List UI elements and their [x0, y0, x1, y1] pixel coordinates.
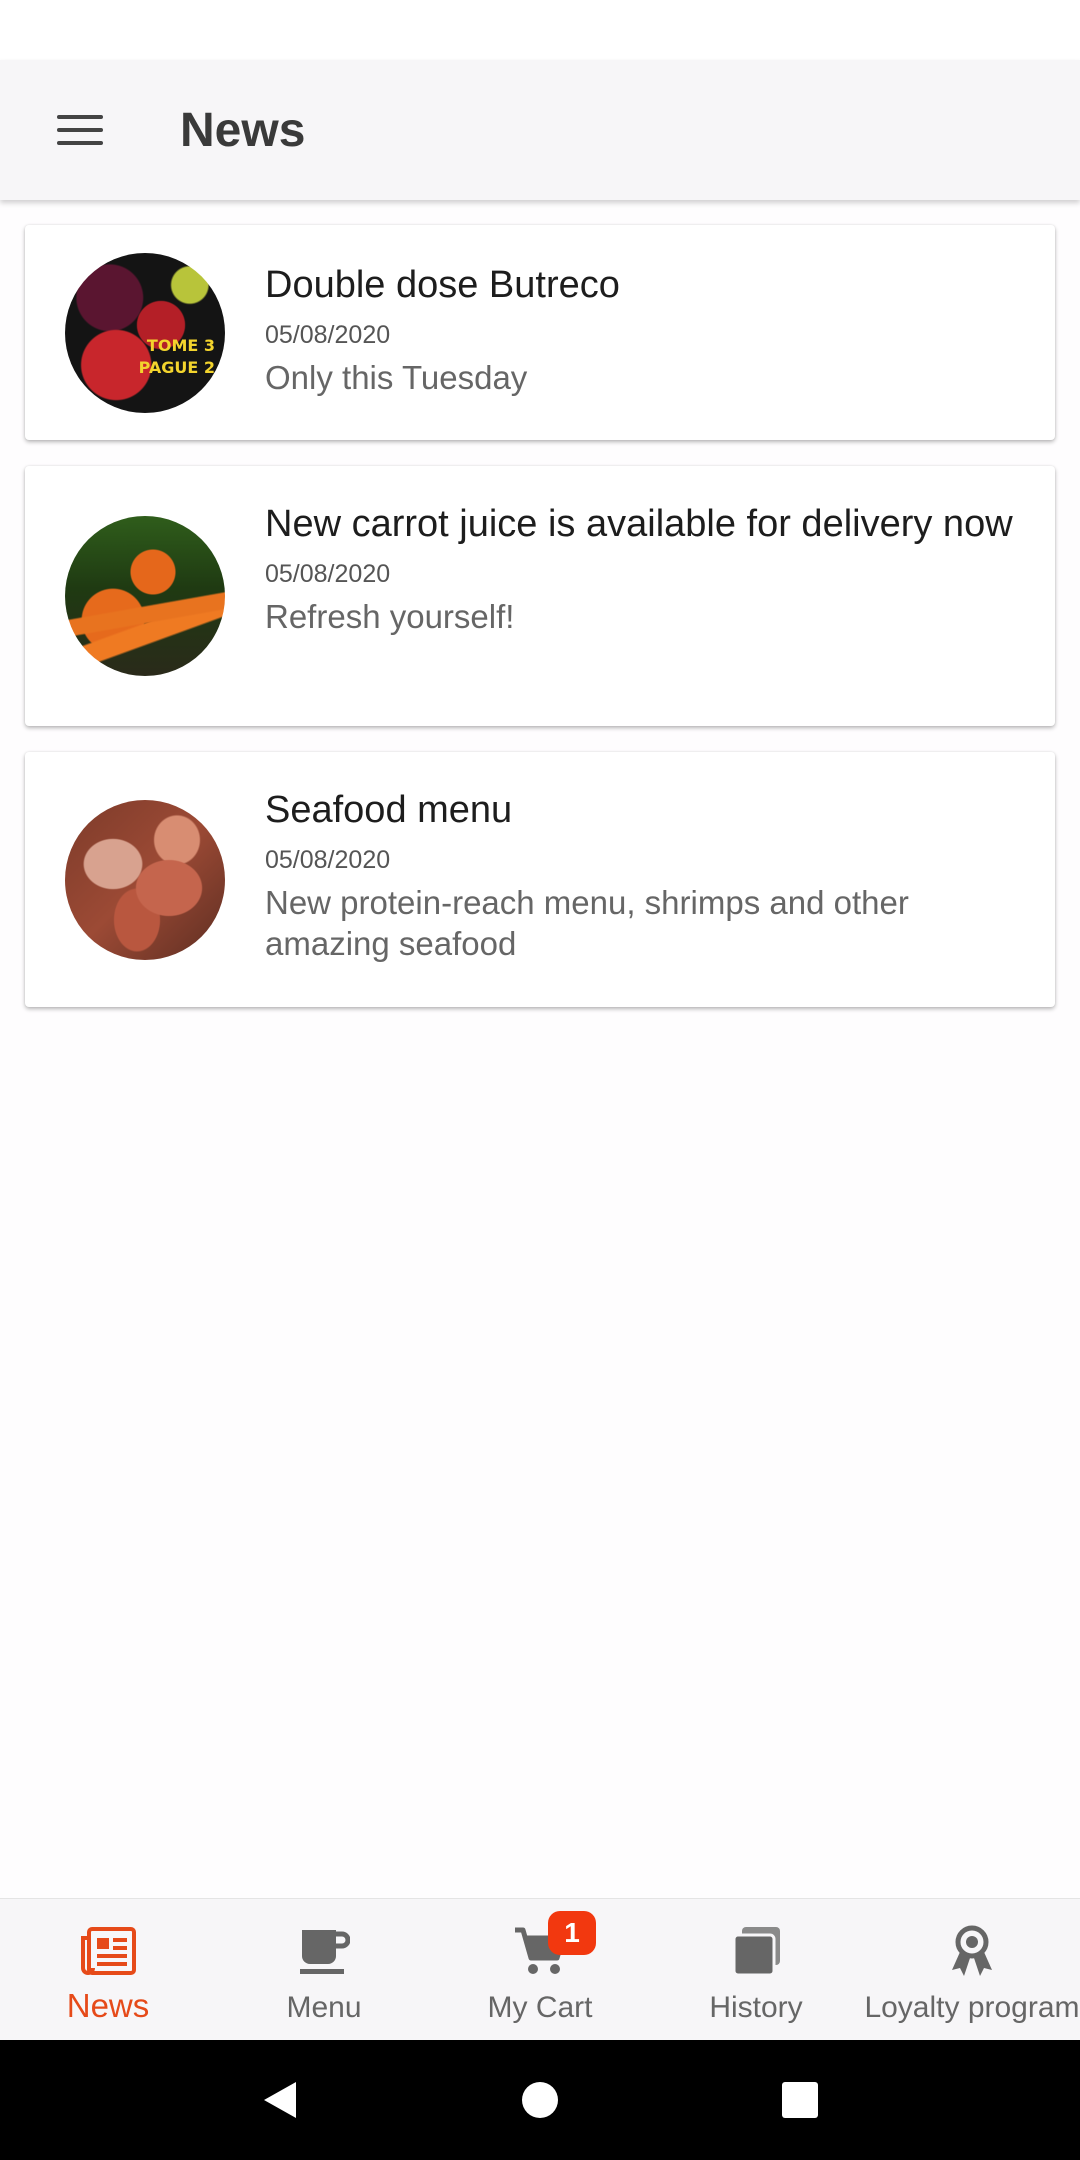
nav-loyalty-program[interactable]: Loyalty program	[864, 1899, 1080, 2040]
promo-label: TOME 3 PAGUE 2	[138, 336, 215, 377]
cart-count-badge: 1	[548, 1911, 596, 1955]
nav-history[interactable]: History	[648, 1899, 864, 2040]
newspaper-icon	[78, 1921, 138, 1981]
bottom-navigation: News Menu 1 My Cart History Loyalty prog…	[0, 1898, 1080, 2040]
system-navigation-bar	[0, 2040, 1080, 2160]
menu-button[interactable]	[0, 60, 160, 200]
news-card[interactable]: TOME 3 PAGUE 2 Double dose Butreco 05/08…	[25, 225, 1055, 440]
news-image	[65, 516, 225, 676]
nav-menu[interactable]: Menu	[216, 1899, 432, 2040]
recents-button[interactable]	[740, 2040, 860, 2160]
news-feed: TOME 3 PAGUE 2 Double dose Butreco 05/08…	[25, 225, 1055, 1033]
news-description: Refresh yourself!	[265, 598, 515, 635]
back-triangle-icon	[264, 2082, 296, 2118]
news-date: 05/08/2020	[265, 560, 391, 588]
nav-label: Menu	[286, 1991, 362, 2024]
news-description: Only this Tuesday	[265, 359, 528, 396]
page-title: News	[180, 103, 306, 157]
news-title: Double dose Butreco	[265, 264, 620, 306]
app-bar: News	[0, 60, 1080, 200]
recents-square-icon	[782, 2082, 818, 2118]
news-image: TOME 3 PAGUE 2	[65, 253, 225, 413]
history-icon	[726, 1921, 786, 1981]
news-card[interactable]: Seafood menu 05/08/2020 New protein-reac…	[25, 752, 1055, 1007]
home-circle-icon	[522, 2082, 558, 2118]
award-ribbon-icon	[942, 1921, 1002, 1981]
news-image	[65, 800, 225, 960]
status-bar	[0, 0, 1080, 60]
news-card[interactable]: New carrot juice is available for delive…	[25, 466, 1055, 726]
nav-news[interactable]: News	[0, 1899, 216, 2040]
coffee-cup-icon	[294, 1921, 354, 1981]
news-date: 05/08/2020	[265, 321, 391, 349]
news-date: 05/08/2020	[265, 846, 391, 874]
nav-my-cart[interactable]: 1 My Cart	[432, 1899, 648, 2040]
news-title: New carrot juice is available for delive…	[265, 503, 1013, 545]
news-description: New protein-reach menu, shrimps and othe…	[265, 884, 909, 962]
hamburger-icon	[57, 115, 103, 145]
nav-label: History	[709, 1991, 803, 2024]
news-title: Seafood menu	[265, 789, 513, 831]
nav-label: News	[66, 1987, 150, 2024]
back-button[interactable]	[220, 2040, 340, 2160]
nav-label: My Cart	[487, 1991, 593, 2024]
home-button[interactable]	[480, 2040, 600, 2160]
nav-label: Loyalty program	[864, 1991, 1080, 2024]
